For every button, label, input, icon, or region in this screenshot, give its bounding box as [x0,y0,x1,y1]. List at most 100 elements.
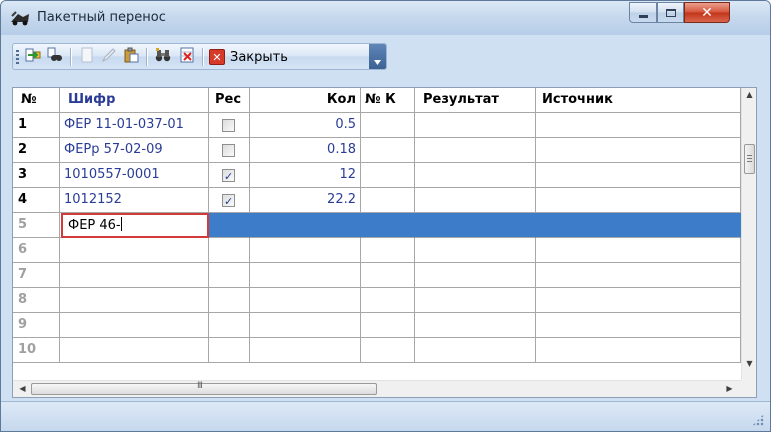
delete-rows-button[interactable] [177,47,197,67]
grid-cell-code[interactable] [60,238,209,263]
grid-cell-qty[interactable] [250,263,361,288]
grid-cell-result[interactable] [415,163,536,188]
horizontal-scrollbar[interactable]: ◀ III ▶ [13,380,741,397]
grid-cell-qty[interactable] [250,238,361,263]
grid-cell-code[interactable] [60,313,209,338]
grid-cell-qty[interactable]: 12 [250,163,361,188]
toolbar-grip[interactable] [16,50,19,65]
grid-cell-qty[interactable] [250,213,361,238]
grid-cell-source[interactable] [536,238,741,263]
grid-cell-source[interactable] [536,188,741,213]
grid-cell-qty[interactable]: 0.5 [250,113,361,138]
blank-button[interactable] [77,47,97,67]
grid-cell-result[interactable] [415,338,536,363]
grid-cell-code[interactable] [60,288,209,313]
grid-cell-code[interactable]: 1012152 [60,188,209,213]
grid-cell-result[interactable] [415,138,536,163]
grid-cell-source[interactable] [536,138,741,163]
grid-cell-nk[interactable] [361,163,415,188]
find-button[interactable] [45,47,65,67]
grid-cell-result[interactable] [415,288,536,313]
grid-cell-result[interactable] [415,313,536,338]
scroll-right-icon[interactable]: ▶ [722,384,737,393]
grid-cell-nk[interactable] [361,113,415,138]
close-icon: ✕ [209,49,225,65]
minimize-button[interactable] [629,2,657,23]
scroll-up-icon[interactable]: ▲ [742,90,756,99]
import-button[interactable] [23,47,43,67]
close-window-button[interactable]: ✕ [684,2,730,23]
grid-cell-res[interactable] [209,238,250,263]
grid-cell-nk[interactable] [361,288,415,313]
grid-cell-result[interactable] [415,113,536,138]
grid-cell-qty[interactable]: 22.2 [250,188,361,213]
close-toolbar-button[interactable]: ✕ Закрыть [209,47,288,67]
grid-cell-qty[interactable] [250,313,361,338]
code-cell-editor[interactable]: ФЕР 46- [61,213,209,238]
grid-cell-nk[interactable] [361,213,415,238]
grid-cell-nk[interactable] [361,238,415,263]
grid-cell-nk[interactable] [361,138,415,163]
grid-cell-res[interactable] [209,263,250,288]
maximize-button[interactable] [657,2,684,23]
grid-cell-source[interactable] [536,113,741,138]
grid-cell-code[interactable] [60,263,209,288]
column-header-res[interactable]: Рес [209,88,250,113]
grid-cell-source[interactable] [536,288,741,313]
grid-cell-num: 5 [13,213,60,238]
grid-cell-res[interactable] [209,288,250,313]
grid-cell-qty[interactable] [250,338,361,363]
row-number: 3 [18,167,28,182]
grid-cell-res[interactable] [209,138,250,163]
column-header-num[interactable]: № [13,88,60,113]
grid-cell-qty[interactable]: 0.18 [250,138,361,163]
grid-cell-result[interactable] [415,188,536,213]
title-bar[interactable]: Пакетный перенос ✕ [1,1,770,35]
grid-cell-source[interactable] [536,163,741,188]
grid-cell-nk[interactable] [361,263,415,288]
grid-cell-source[interactable] [536,263,741,288]
grid-cell-res[interactable] [209,113,250,138]
grid-cell-res[interactable] [209,313,250,338]
grid-cell-source[interactable] [536,313,741,338]
grid-cell-nk[interactable] [361,338,415,363]
grid-cell-source[interactable] [536,338,741,363]
grid-cell-num: 3 [13,163,60,188]
resource-checkbox[interactable] [222,119,235,132]
resource-checkbox[interactable] [222,165,235,187]
vertical-scrollbar[interactable]: ▲ ▼ [741,88,756,380]
binoculars-button[interactable] [153,47,173,67]
grid-cell-res[interactable] [209,213,250,238]
horizontal-scroll-thumb[interactable]: III [31,381,377,395]
chevron-down-icon [374,60,381,65]
scroll-left-icon[interactable]: ◀ [15,384,30,393]
grid-cell-code[interactable]: ФЕР 11-01-037-01 [60,113,209,138]
grid-cell-result[interactable] [415,213,536,238]
paste-button[interactable] [121,47,141,67]
column-header-result[interactable]: Результат [415,88,536,113]
grid-cell-result[interactable] [415,238,536,263]
resize-grip-icon[interactable] [752,414,764,426]
grid-cell-result[interactable] [415,263,536,288]
resource-checkbox[interactable] [222,144,235,157]
grid-cell-qty[interactable] [250,288,361,313]
column-header-qty[interactable]: Кол [250,88,361,113]
edit-button[interactable] [99,47,119,67]
scroll-down-icon[interactable]: ▼ [742,359,756,368]
grid-cell-res[interactable] [209,188,250,213]
grid-cell-code[interactable]: ФЕРр 57-02-09 [60,138,209,163]
grid-cell-code[interactable] [60,338,209,363]
column-header-nk[interactable]: № К [361,88,415,113]
grid-cell-res[interactable] [209,338,250,363]
grid-cell-nk[interactable] [361,313,415,338]
grid-cell-code[interactable]: 1010557-0001 [60,163,209,188]
row-number: 4 [18,192,28,207]
vertical-scroll-thumb[interactable] [744,144,755,174]
grid-cell-source[interactable] [536,213,741,238]
resource-checkbox[interactable] [222,190,235,212]
toolbar-overflow-button[interactable] [369,44,386,69]
column-header-source[interactable]: Источник [536,88,741,113]
column-header-code[interactable]: Шифр [60,88,209,113]
grid-cell-nk[interactable] [361,188,415,213]
grid-cell-res[interactable] [209,163,250,188]
